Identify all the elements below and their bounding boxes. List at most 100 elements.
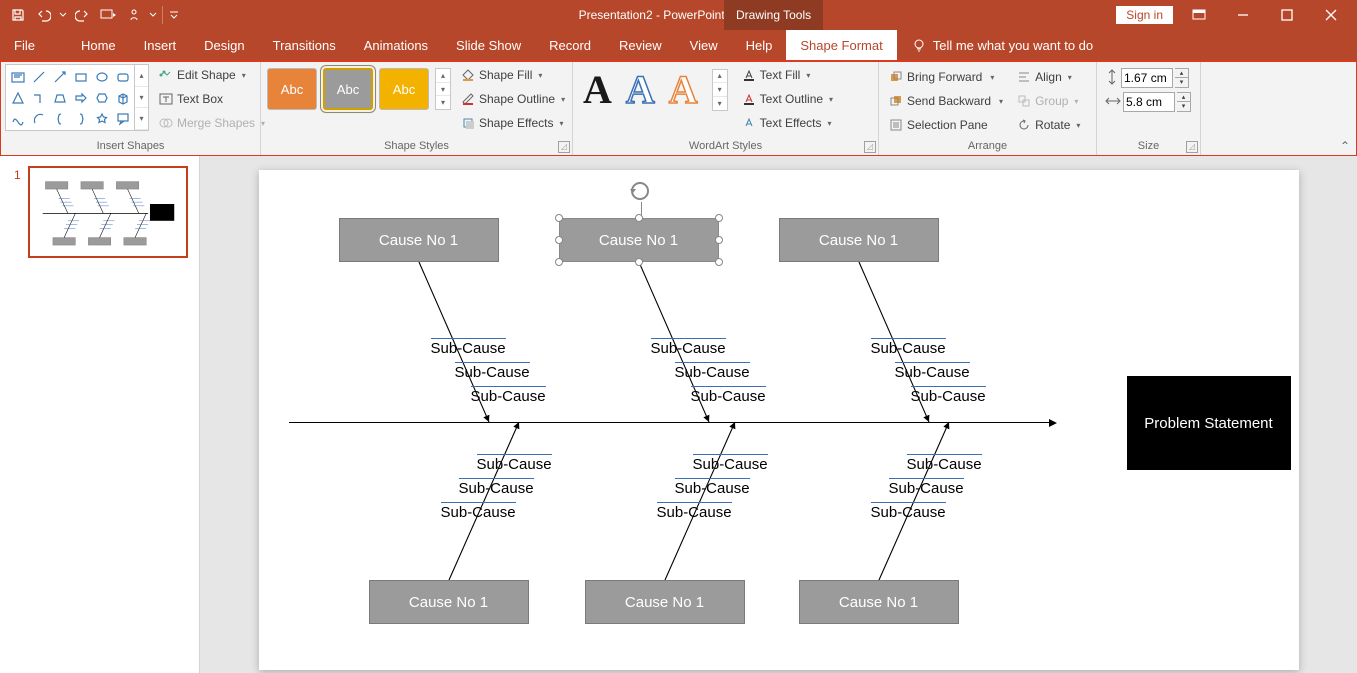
shape-cube-icon[interactable] (113, 88, 132, 107)
minimize-icon[interactable] (1221, 0, 1265, 30)
shape-line-icon[interactable] (29, 67, 48, 86)
selection-pane-button[interactable]: Selection Pane (885, 114, 1007, 136)
wordart-style-more[interactable]: ▴▾▾ (712, 69, 728, 111)
sub-cause[interactable]: Sub-Cause (907, 454, 982, 473)
qat-customize-icon[interactable] (167, 3, 181, 27)
wordart-style-1[interactable]: A (583, 66, 612, 113)
shape-style-swatch-3[interactable]: Abc (379, 68, 429, 110)
start-from-beginning-icon[interactable] (96, 3, 120, 27)
selection-handle[interactable] (555, 214, 563, 222)
cause-box-bottom-3[interactable]: Cause No 1 (799, 580, 959, 624)
shape-outline-button[interactable]: Shape Outline▾ (457, 88, 569, 110)
contextual-tab-drawing-tools[interactable]: Drawing Tools (724, 0, 823, 30)
tab-record[interactable]: Record (535, 30, 605, 60)
undo-dropdown-icon[interactable] (58, 3, 68, 27)
tab-home[interactable]: Home (67, 30, 130, 60)
rotation-handle-icon[interactable] (631, 182, 649, 200)
slide-canvas-area[interactable]: Cause No 1 Cause No 1 Cause No 1 Cause N… (200, 156, 1357, 673)
shape-brace-left-icon[interactable] (50, 109, 69, 128)
shape-style-swatch-2[interactable]: Abc (323, 68, 373, 110)
selection-handle[interactable] (635, 214, 643, 222)
tell-me-search[interactable]: Tell me what you want to do (911, 37, 1093, 53)
tab-file[interactable]: File (0, 30, 49, 60)
slide[interactable]: Cause No 1 Cause No 1 Cause No 1 Cause N… (259, 170, 1299, 670)
tab-help[interactable]: Help (732, 30, 787, 60)
sub-cause[interactable]: Sub-Cause (871, 338, 946, 357)
send-backward-button[interactable]: Send Backward▾ (885, 90, 1007, 112)
tab-insert[interactable]: Insert (130, 30, 191, 60)
width-field[interactable] (1123, 92, 1175, 112)
shape-gallery[interactable] (5, 64, 135, 131)
sub-cause[interactable]: Sub-Cause (675, 478, 750, 497)
sub-cause[interactable]: Sub-Cause (657, 502, 732, 521)
selection-handle[interactable] (555, 258, 563, 266)
sign-in-button[interactable]: Sign in (1116, 6, 1173, 24)
cause-box-top-1[interactable]: Cause No 1 (339, 218, 499, 262)
sub-cause[interactable]: Sub-Cause (431, 338, 506, 357)
sub-cause[interactable]: Sub-Cause (459, 478, 534, 497)
shape-style-swatch-1[interactable]: Abc (267, 68, 317, 110)
bring-forward-button[interactable]: Bring Forward▾ (885, 66, 1007, 88)
sub-cause[interactable]: Sub-Cause (889, 478, 964, 497)
sub-cause[interactable]: Sub-Cause (455, 362, 530, 381)
sub-cause[interactable]: Sub-Cause (693, 454, 768, 473)
merge-shapes-button[interactable]: Merge Shapes▾ (155, 112, 269, 134)
shape-styles-dialog-launcher[interactable]: ◿ (558, 141, 570, 153)
redo-icon[interactable] (70, 3, 94, 27)
height-spinner[interactable]: ▴▾ (1175, 68, 1189, 88)
sub-cause[interactable]: Sub-Cause (651, 338, 726, 357)
touch-mode-icon[interactable] (122, 3, 146, 27)
cause-box-top-2-selected[interactable]: Cause No 1 (559, 218, 719, 262)
sub-cause[interactable]: Sub-Cause (871, 502, 946, 521)
group-button[interactable]: Group▾ (1013, 90, 1084, 112)
sub-cause[interactable]: Sub-Cause (911, 386, 986, 405)
tab-view[interactable]: View (676, 30, 732, 60)
cause-box-bottom-2[interactable]: Cause No 1 (585, 580, 745, 624)
wordart-styles-dialog-launcher[interactable]: ◿ (864, 141, 876, 153)
shape-width-input[interactable]: ▴▾ (1105, 92, 1191, 112)
selection-handle[interactable] (715, 236, 723, 244)
shape-effects-button[interactable]: Shape Effects▾ (457, 112, 569, 134)
shape-brace-right-icon[interactable] (71, 109, 90, 128)
shape-star-icon[interactable] (92, 109, 111, 128)
tab-design[interactable]: Design (190, 30, 258, 60)
shape-trapezoid-icon[interactable] (50, 88, 69, 107)
problem-statement-box[interactable]: Problem Statement (1127, 376, 1291, 470)
shape-arc-icon[interactable] (29, 109, 48, 128)
sub-cause[interactable]: Sub-Cause (477, 454, 552, 473)
shape-rounded-rect-icon[interactable] (113, 67, 132, 86)
selection-handle[interactable] (715, 214, 723, 222)
shape-callout-icon[interactable] (113, 109, 132, 128)
shape-fill-button[interactable]: Shape Fill▾ (457, 64, 569, 86)
text-box-button[interactable]: Text Box (155, 88, 269, 110)
tab-transitions[interactable]: Transitions (259, 30, 350, 60)
shape-curve-icon[interactable] (8, 109, 27, 128)
cause-box-top-3[interactable]: Cause No 1 (779, 218, 939, 262)
sub-cause[interactable]: Sub-Cause (675, 362, 750, 381)
shape-hexagon-icon[interactable] (92, 88, 111, 107)
align-button[interactable]: Align▾ (1013, 66, 1084, 88)
text-outline-button[interactable]: Text Outline▾ (738, 88, 837, 110)
undo-icon[interactable] (32, 3, 56, 27)
shape-elbow-icon[interactable] (29, 88, 48, 107)
wordart-style-3[interactable]: A (669, 66, 698, 113)
shape-arrow-right-icon[interactable] (71, 88, 90, 107)
maximize-icon[interactable] (1265, 0, 1309, 30)
shape-rectangle-icon[interactable] (71, 67, 90, 86)
save-icon[interactable] (6, 3, 30, 27)
width-spinner[interactable]: ▴▾ (1177, 92, 1191, 112)
shape-line-arrow-icon[interactable] (50, 67, 69, 86)
touch-dropdown-icon[interactable] (148, 3, 158, 27)
sub-cause[interactable]: Sub-Cause (441, 502, 516, 521)
shape-oval-icon[interactable] (92, 67, 111, 86)
tab-review[interactable]: Review (605, 30, 676, 60)
collapse-ribbon-icon[interactable]: ⌃ (1340, 139, 1350, 153)
shape-triangle-icon[interactable] (8, 88, 27, 107)
tab-shape-format[interactable]: Shape Format (786, 30, 896, 60)
sub-cause[interactable]: Sub-Cause (895, 362, 970, 381)
sub-cause[interactable]: Sub-Cause (471, 386, 546, 405)
text-effects-button[interactable]: Text Effects▾ (738, 112, 837, 134)
rotate-button[interactable]: Rotate▾ (1013, 114, 1084, 136)
ribbon-display-options-icon[interactable] (1177, 0, 1221, 30)
shape-textbox-icon[interactable] (8, 67, 27, 86)
